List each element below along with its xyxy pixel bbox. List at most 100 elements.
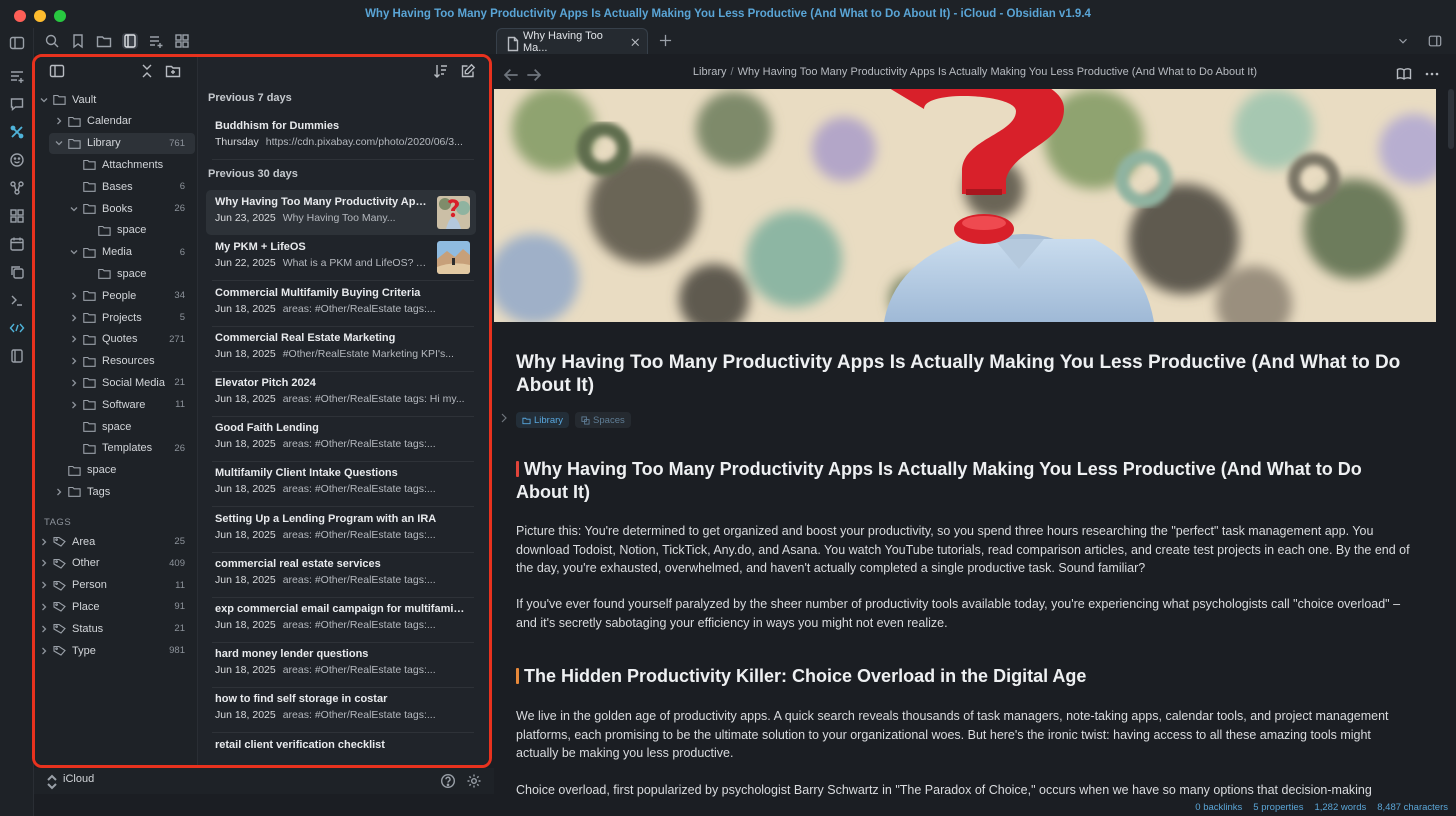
chevron-right-icon[interactable] <box>69 313 79 323</box>
vault-chevron-icon[interactable] <box>44 774 57 790</box>
chevron-right-icon[interactable] <box>39 602 49 612</box>
chevron-down-icon[interactable] <box>54 138 64 148</box>
property-pill-spaces[interactable]: Spaces <box>575 412 631 428</box>
status-backlinks[interactable]: 0 backlinks <box>1195 802 1242 813</box>
folder-item[interactable]: Attachments <box>35 154 195 175</box>
chevron-right-icon[interactable] <box>69 356 79 366</box>
chevron-down-icon[interactable] <box>69 204 79 214</box>
vault-name[interactable]: iCloud <box>63 773 94 785</box>
blocks-icon[interactable] <box>9 208 25 224</box>
reading-view-icon[interactable] <box>1396 66 1412 80</box>
folder-item[interactable]: space <box>35 220 195 241</box>
folder-item[interactable]: Projects 5 <box>35 307 195 328</box>
tag-item[interactable]: Area 25 <box>35 531 195 552</box>
chat-icon[interactable] <box>9 96 25 112</box>
note-list-item[interactable]: Elevator Pitch 2024 Jun 18, 2025 areas: #O… <box>206 371 476 416</box>
tag-item[interactable]: Person 11 <box>35 575 195 596</box>
sidebar-panel-icon[interactable] <box>49 63 65 78</box>
note-list-item[interactable]: Commercial Real Estate Marketing Jun 18, … <box>206 326 476 371</box>
folder-item[interactable]: Social Media 21 <box>35 372 195 393</box>
notebook-navigator-icon[interactable] <box>122 33 138 49</box>
folder-item[interactable]: Resources <box>35 351 195 372</box>
more-options-icon[interactable] <box>1424 66 1439 80</box>
folder-item[interactable]: space <box>35 263 195 284</box>
chevron-right-icon[interactable] <box>39 537 49 547</box>
folder-item[interactable]: Calendar <box>35 111 195 132</box>
folder-item[interactable]: Vault <box>35 89 195 110</box>
note-list-item[interactable]: My PKM + LifeOS Jun 22, 2025 What is a PKM… <box>206 235 476 280</box>
toggle-right-sidebar-icon[interactable] <box>1428 34 1442 48</box>
templater-icon[interactable] <box>9 320 25 336</box>
zoom-window-button[interactable] <box>54 10 66 22</box>
tasks-list-icon[interactable] <box>148 33 164 49</box>
close-window-button[interactable] <box>14 10 26 22</box>
folder-item[interactable]: space <box>35 416 195 437</box>
folder-item[interactable]: People 34 <box>35 285 195 306</box>
minimize-window-button[interactable] <box>34 10 46 22</box>
folder-item[interactable]: Library 761 <box>49 132 195 154</box>
grid-icon[interactable] <box>174 33 190 49</box>
breadcrumb-file[interactable]: Why Having Too Many Productivity Apps Is… <box>738 66 1258 78</box>
bookmark-icon[interactable] <box>70 33 86 49</box>
chevron-right-icon[interactable] <box>54 116 64 126</box>
note-list-item[interactable]: how to find self storage in costar Jun 18… <box>206 687 476 732</box>
chevron-right-icon[interactable] <box>39 646 49 656</box>
folder-item[interactable]: Books 26 <box>35 198 195 219</box>
note-list-item[interactable]: Setting Up a Lending Program with an IRA… <box>206 507 476 552</box>
plugin-tools-icon[interactable] <box>9 124 25 140</box>
editor-scrollbar[interactable] <box>1448 89 1454 149</box>
tag-item[interactable]: Type 981 <box>35 640 195 661</box>
chevron-right-icon[interactable] <box>39 580 49 590</box>
folder-item[interactable]: Bases 6 <box>35 176 195 197</box>
help-icon[interactable] <box>440 773 456 789</box>
folder-item[interactable]: Templates 26 <box>35 438 195 459</box>
chevron-down-icon[interactable] <box>39 95 49 105</box>
settings-gear-icon[interactable] <box>466 773 481 788</box>
folder-item[interactable]: Media 6 <box>35 242 195 263</box>
note-list-item[interactable]: retail client verification checklist <box>206 733 476 765</box>
search-icon[interactable] <box>44 33 60 49</box>
note-list-item[interactable]: Commercial Multifamily Buying Criteria Ju… <box>206 281 476 326</box>
chevron-right-icon[interactable] <box>69 400 79 410</box>
collapse-all-icon[interactable] <box>139 63 154 78</box>
vault-switcher[interactable]: iCloud <box>34 768 494 794</box>
toggle-sidebar-icon[interactable] <box>9 35 25 51</box>
note-list-item[interactable]: Multifamily Client Intake Questions Jun 1… <box>206 461 476 506</box>
note-list-item[interactable]: exp commercial email campaign for multif… <box>206 597 476 642</box>
folder-item[interactable]: Quotes 271 <box>35 329 195 350</box>
new-note-icon[interactable] <box>460 63 476 78</box>
chevron-right-icon[interactable] <box>54 487 64 497</box>
note-list-item[interactable]: Buddhism for Dummies Thursday https://cdn.… <box>206 114 476 159</box>
close-tab-icon[interactable] <box>630 37 640 46</box>
note-list-item[interactable]: Why Having Too Many Productivity App... J… <box>206 190 476 236</box>
editor-tab-active[interactable]: Why Having Too Ma... <box>496 28 648 54</box>
properties-chevron-icon[interactable] <box>500 412 508 423</box>
tab-list-chevron-icon[interactable] <box>1396 34 1410 48</box>
property-pill-library[interactable]: Library <box>516 412 570 428</box>
folder-icon[interactable] <box>96 33 112 49</box>
chevron-right-icon[interactable] <box>69 334 79 344</box>
chevron-right-icon[interactable] <box>69 291 79 301</box>
note-list-item[interactable]: commercial real estate services Jun 18, 2… <box>206 552 476 597</box>
sort-icon[interactable] <box>433 63 448 78</box>
folder-item[interactable]: space <box>35 460 195 481</box>
note-list-item[interactable]: Good Faith Lending Jun 18, 2025 areas: #Ot… <box>206 416 476 461</box>
tag-item[interactable]: Place 91 <box>35 596 195 617</box>
emoji-icon[interactable] <box>9 152 25 168</box>
breadcrumb-folder[interactable]: Library <box>693 66 727 78</box>
tag-item[interactable]: Other 409 <box>35 553 195 574</box>
new-canvas-icon[interactable] <box>9 68 25 84</box>
note-title[interactable]: Why Having Too Many Productivity Apps Is… <box>516 351 1416 397</box>
chevron-right-icon[interactable] <box>39 558 49 568</box>
new-folder-icon[interactable] <box>165 63 181 78</box>
new-tab-icon[interactable] <box>659 34 672 47</box>
note-list-item[interactable]: hard money lender questions Jun 18, 2025 a… <box>206 642 476 687</box>
chevron-right-icon[interactable] <box>69 378 79 388</box>
folder-item[interactable]: Software 11 <box>35 394 195 415</box>
chevron-down-icon[interactable] <box>69 247 79 257</box>
folder-item[interactable]: Tags <box>35 481 195 502</box>
tag-item[interactable]: Status 21 <box>35 618 195 639</box>
terminal-icon[interactable] <box>9 292 25 308</box>
notebook-icon[interactable] <box>9 348 25 364</box>
copy-icon[interactable] <box>9 264 25 280</box>
